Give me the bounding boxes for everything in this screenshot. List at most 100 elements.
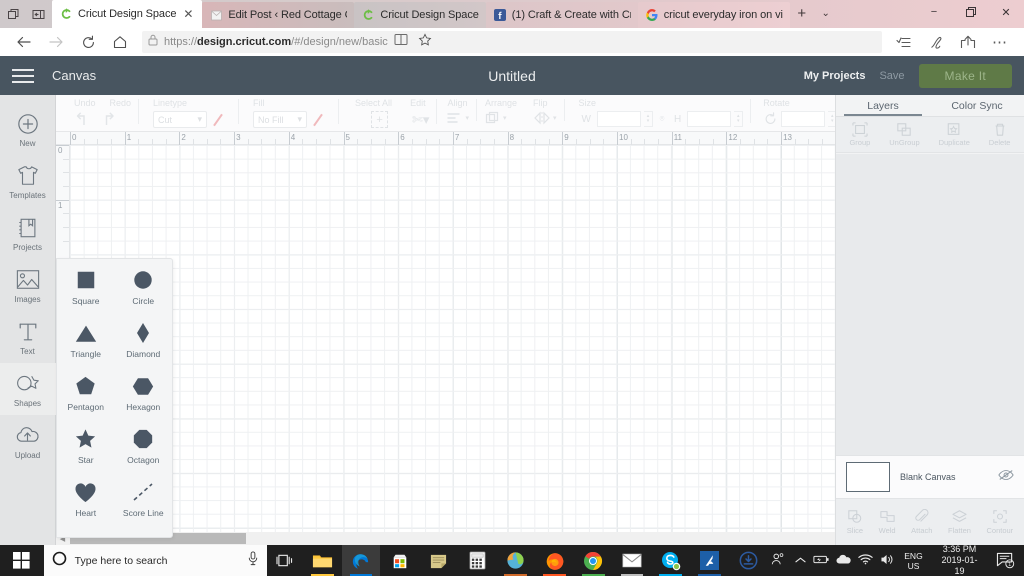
taskbar-app-microsoft-store[interactable] [380, 545, 419, 576]
restore-windows-icon[interactable] [0, 0, 26, 28]
delete-button[interactable]: Delete [989, 122, 1010, 147]
layer-thumbnail[interactable] [846, 462, 890, 492]
tab-color-sync[interactable]: Color Sync [930, 95, 1024, 116]
back-arrow-icon[interactable] [8, 29, 40, 55]
microphone-icon[interactable] [247, 550, 259, 571]
group-button[interactable]: Group [849, 122, 870, 147]
taskbar-app-cricut-design-space[interactable] [690, 545, 729, 576]
address-bar[interactable]: https://design.cricut.com/#/design/new/b… [142, 31, 882, 53]
chevron-down-icon[interactable]: ⌄ [814, 0, 838, 28]
onedrive-cloud-icon[interactable] [833, 554, 855, 568]
volume-icon[interactable] [876, 553, 898, 569]
windows-start-icon[interactable] [0, 545, 44, 576]
sidebar-item-text[interactable]: Text [0, 311, 56, 363]
fill-select[interactable]: No Fill ▾ [253, 111, 308, 128]
select-all-icon[interactable]: + [371, 111, 389, 128]
height-input[interactable] [687, 111, 732, 127]
tab-layers[interactable]: Layers [836, 95, 930, 116]
share-icon[interactable] [952, 29, 984, 55]
layer-item-blank-canvas[interactable]: Blank Canvas [836, 455, 1024, 499]
show-hidden-icons-chevron[interactable] [789, 555, 811, 567]
fill-color-swatch[interactable] [313, 111, 331, 128]
set-aside-tabs-icon[interactable] [26, 0, 52, 28]
contour-button[interactable]: Contour [987, 509, 1013, 535]
taskbar-app-file-explorer[interactable] [303, 545, 342, 576]
align-icon[interactable] [447, 111, 463, 125]
sidebar-item-projects[interactable]: Projects [0, 207, 56, 259]
lock-icon[interactable]: ⌾ [656, 114, 668, 124]
minimize-button[interactable]: − [916, 0, 952, 24]
reading-list-icon[interactable] [888, 29, 920, 55]
make-it-button[interactable]: Make It [918, 63, 1012, 88]
maximize-button[interactable] [952, 0, 988, 24]
width-stepper[interactable]: ▴ ▾ [643, 111, 653, 127]
ungroup-button[interactable]: UnGroup [889, 122, 920, 147]
people-icon[interactable] [767, 552, 789, 569]
slice-button[interactable]: Slice [847, 509, 863, 535]
close-icon[interactable]: ✕ [181, 8, 195, 20]
height-stepper[interactable]: ▴ ▾ [734, 111, 744, 127]
flip-icon[interactable] [533, 111, 551, 125]
redo-icon[interactable]: ↱ [102, 111, 116, 128]
shape-item-star[interactable]: Star [57, 424, 115, 477]
shape-item-triangle[interactable]: Triangle [57, 318, 115, 371]
sidebar-item-new[interactable]: New [0, 103, 56, 155]
shape-item-heart[interactable]: Heart [57, 477, 115, 530]
shape-item-square[interactable]: Square [57, 265, 115, 318]
close-button[interactable]: ✕ [988, 0, 1024, 24]
refresh-icon[interactable] [72, 29, 104, 55]
width-input[interactable] [596, 111, 641, 127]
save-button[interactable]: Save [879, 70, 904, 82]
layers-list[interactable] [836, 154, 1024, 469]
shape-item-octagon[interactable]: Octagon [115, 424, 173, 477]
taskbar-app-firefox[interactable] [535, 545, 574, 576]
shape-item-pentagon[interactable]: Pentagon [57, 371, 115, 424]
task-view-icon[interactable] [267, 545, 303, 576]
sidebar-item-shapes[interactable]: Shapes [0, 363, 56, 415]
flatten-button[interactable]: Flatten [948, 509, 971, 535]
star-icon[interactable] [418, 32, 432, 52]
notes-pen-icon[interactable] [920, 29, 952, 55]
taskbar-app-microsoft-edge[interactable] [341, 545, 381, 576]
battery-icon[interactable] [811, 554, 833, 568]
sidebar-item-images[interactable]: Images [0, 259, 56, 311]
weld-button[interactable]: Weld [879, 509, 896, 535]
browser-tab-1[interactable]: Edit Post ‹ Red Cottage Chr [202, 2, 355, 28]
search-input[interactable]: Type here to search [43, 545, 268, 576]
my-projects-button[interactable]: My Projects [804, 70, 866, 82]
edit-scissors-icon[interactable]: ✄▾ [412, 112, 429, 128]
duplicate-button[interactable]: Duplicate [939, 122, 970, 147]
hamburger-menu-icon[interactable] [12, 68, 34, 83]
shape-item-diamond[interactable]: Diamond [115, 318, 173, 371]
eye-hidden-icon[interactable] [998, 468, 1014, 486]
taskbar-app-mail[interactable] [613, 545, 652, 576]
sidebar-item-templates[interactable]: Templates [0, 155, 56, 207]
browser-tab-2[interactable]: Cricut Design Space [354, 2, 486, 28]
home-icon[interactable] [104, 29, 136, 55]
browser-tab-3[interactable]: (1) Craft & Create with Cric [485, 2, 638, 28]
ellipsis-icon[interactable]: ⋯ [984, 29, 1016, 55]
action-center-icon[interactable]: 1 [990, 552, 1020, 569]
taskbar-app-backup[interactable] [729, 545, 768, 576]
wifi-icon[interactable] [855, 553, 877, 568]
taskbar-app-photo-editor[interactable] [496, 545, 535, 576]
rotate-icon[interactable] [763, 112, 778, 126]
attach-button[interactable]: Attach [911, 509, 932, 535]
linetype-select[interactable]: Cut ▾ [153, 111, 208, 128]
linetype-color-swatch[interactable] [213, 111, 231, 128]
browser-tab-4[interactable]: cricut everyday iron on viny [637, 2, 790, 28]
sidebar-item-upload[interactable]: Upload [0, 415, 56, 467]
language-indicator[interactable]: ENG US [898, 551, 928, 571]
taskbar-app-sticky-notes[interactable] [419, 545, 458, 576]
browser-tab-0[interactable]: Cricut Design Space ✕ [52, 0, 203, 28]
canvas-grid[interactable] [70, 145, 839, 545]
shape-item-score-line[interactable]: Score Line [115, 477, 173, 530]
arrange-icon[interactable] [485, 111, 501, 125]
undo-icon[interactable]: ↰ [74, 111, 88, 128]
taskbar-app-calculator[interactable] [458, 545, 497, 576]
taskbar-app-google-chrome[interactable] [574, 545, 613, 576]
shape-item-circle[interactable]: Circle [115, 265, 173, 318]
book-icon[interactable] [394, 33, 408, 51]
shape-item-hexagon[interactable]: Hexagon [115, 371, 173, 424]
rotate-input[interactable] [781, 111, 826, 127]
